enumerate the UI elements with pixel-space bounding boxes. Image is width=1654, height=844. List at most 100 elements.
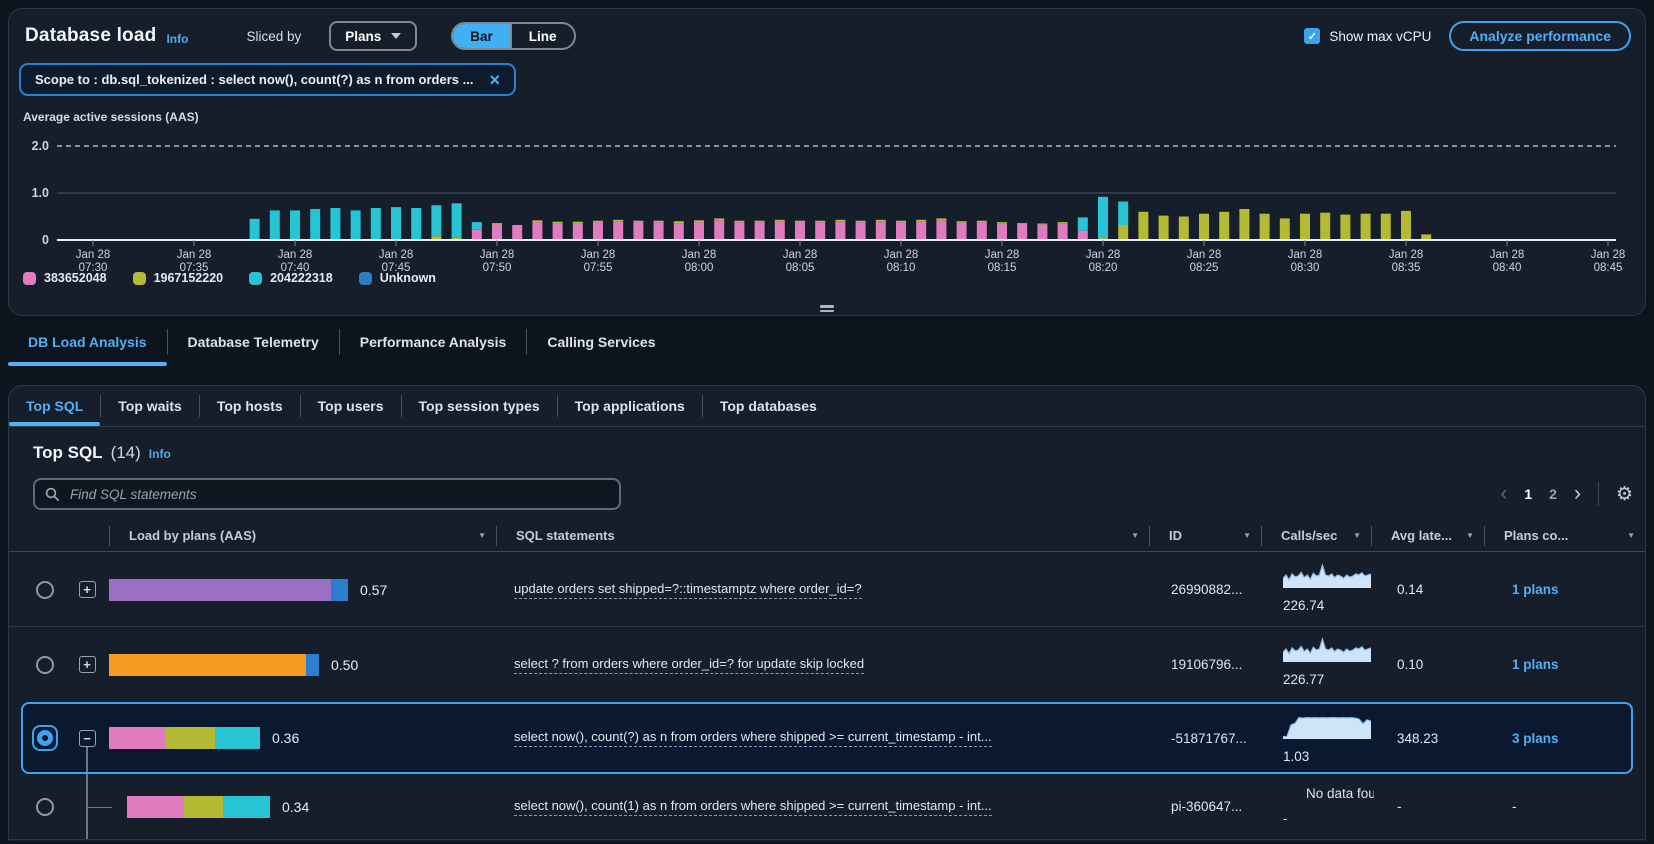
expand-icon[interactable]: + <box>79 656 96 673</box>
row-expand-cell: + <box>65 553 109 626</box>
column-header-label: SQL statements <box>516 528 615 543</box>
resize-handle[interactable] <box>9 305 1645 312</box>
column-header-label: ID <box>1169 528 1182 543</box>
column-header-plans-co[interactable]: Plans co...▼ <box>1484 525 1645 547</box>
legend-label: 204222318 <box>270 271 333 285</box>
search-input[interactable] <box>68 486 609 503</box>
scope-filter-text: Scope to : db.sql_tokenized : select now… <box>35 72 473 87</box>
bar-toggle-button[interactable]: Bar <box>453 24 510 48</box>
slice-dropdown[interactable]: Plans <box>329 21 417 51</box>
tab-performance-analysis[interactable]: Performance Analysis <box>340 318 527 366</box>
plans-count-cell: 1 plans <box>1484 553 1645 626</box>
tab-db-load-analysis[interactable]: DB Load Analysis <box>8 318 167 366</box>
calls-sparkline <box>1283 562 1371 588</box>
subtab-top-sql[interactable]: Top SQL <box>9 386 100 426</box>
sql-statement-link[interactable]: select now(), count(?) as n from orders … <box>514 729 992 747</box>
expand-icon[interactable]: + <box>79 581 96 598</box>
calls-per-sec-value: 1.03 <box>1283 749 1309 764</box>
sql-statement-link[interactable]: select now(), count(1) as n from orders … <box>514 798 992 816</box>
radio-unselected[interactable] <box>36 581 54 599</box>
page-2[interactable]: 2 <box>1549 486 1557 502</box>
sort-filter-icon[interactable]: ▼ <box>1466 531 1474 540</box>
svg-text:Jan 28: Jan 28 <box>177 249 212 261</box>
calls-per-sec-value: 226.77 <box>1283 672 1324 687</box>
plans-count-link[interactable]: 1 plans <box>1512 582 1559 597</box>
svg-text:1.0: 1.0 <box>32 186 49 200</box>
radio-unselected[interactable] <box>36 798 54 816</box>
load-by-plans-cell: 0.50 <box>109 627 496 702</box>
sql-table-row-4[interactable]: 0.34select now(), count(1) as n from ord… <box>9 774 1645 840</box>
sql-statement-cell: select now(), count(1) as n from orders … <box>496 774 1149 839</box>
radio-selected[interactable] <box>32 725 58 751</box>
svg-text:Jan 28: Jan 28 <box>1591 249 1626 261</box>
svg-text:2.0: 2.0 <box>32 139 49 153</box>
aas-chart[interactable]: 2.01.00Jan 2807:30Jan 2807:35Jan 2807:40… <box>9 127 1647 277</box>
sort-filter-icon[interactable]: ▼ <box>1627 531 1635 540</box>
database-load-info-link[interactable]: Info <box>166 32 188 46</box>
legend-item-1967152220[interactable]: 1967152220 <box>133 271 224 285</box>
sort-filter-icon[interactable]: ▼ <box>1353 531 1361 540</box>
chart-legend: 383652048 1967152220 204222318 Unknown <box>23 271 436 285</box>
column-header-avg-late[interactable]: Avg late...▼ <box>1371 525 1484 547</box>
calls-per-sec-cell: No data found- <box>1261 774 1371 839</box>
legend-item-unknown[interactable]: Unknown <box>359 271 436 285</box>
no-data-text: No data found <box>1306 786 1374 801</box>
plans-count-link[interactable]: 1 plans <box>1512 657 1559 672</box>
svg-text:08:20: 08:20 <box>1089 262 1118 274</box>
sort-filter-icon[interactable]: ▼ <box>1131 531 1139 540</box>
load-bar <box>109 654 319 676</box>
sql-id-cell: 19106796... <box>1149 627 1261 702</box>
top-sql-panel: Top SQLTop waitsTop hostsTop usersTop se… <box>8 385 1646 841</box>
svg-text:Jan 28: Jan 28 <box>1389 249 1424 261</box>
top-sql-info-link[interactable]: Info <box>149 447 171 461</box>
subtab-top-users[interactable]: Top users <box>301 386 401 426</box>
svg-text:08:30: 08:30 <box>1291 262 1320 274</box>
radio-unselected[interactable] <box>36 656 54 674</box>
collapse-icon[interactable]: − <box>79 730 96 747</box>
line-toggle-button[interactable]: Line <box>510 24 574 48</box>
subtab-top-session-types[interactable]: Top session types <box>402 386 557 426</box>
sql-table-row-3[interactable]: −0.36select now(), count(?) as n from or… <box>21 702 1633 774</box>
svg-text:Jan 28: Jan 28 <box>682 249 717 261</box>
tab-calling-services[interactable]: Calling Services <box>527 318 675 366</box>
tab-database-telemetry[interactable]: Database Telemetry <box>168 318 339 366</box>
sort-filter-icon[interactable]: ▼ <box>1243 531 1251 540</box>
avg-latency-cell: 0.14 <box>1371 553 1484 626</box>
next-page-icon[interactable]: › <box>1574 482 1581 506</box>
sql-table-row-2[interactable]: +0.50 select ? from orders where order_id… <box>9 627 1645 702</box>
sql-statement-link[interactable]: update orders set shipped=?::timestamptz… <box>514 581 862 599</box>
subtab-top-databases[interactable]: Top databases <box>703 386 834 426</box>
top-sql-title: Top SQL <box>33 443 103 463</box>
sql-table-row-1[interactable]: +0.57 update orders set shipped=?::timest… <box>9 553 1645 627</box>
legend-item-383652048[interactable]: 383652048 <box>23 271 107 285</box>
analyze-performance-button[interactable]: Analyze performance <box>1449 21 1631 51</box>
column-header-sql-statements[interactable]: SQL statements ▼ <box>496 525 1149 547</box>
svg-text:Jan 28: Jan 28 <box>278 249 313 261</box>
svg-text:Jan 28: Jan 28 <box>1288 249 1323 261</box>
show-max-vcpu-checkbox[interactable]: ✓ Show max vCPU <box>1304 28 1431 44</box>
column-header-id[interactable]: ID ▼ <box>1149 525 1261 547</box>
plans-count-link[interactable]: 3 plans <box>1512 731 1559 746</box>
slice-dropdown-value: Plans <box>345 29 381 44</box>
sort-filter-icon[interactable]: ▼ <box>478 531 486 540</box>
legend-item-204222318[interactable]: 204222318 <box>249 271 333 285</box>
legend-swatch <box>23 272 36 285</box>
page-title: Database load <box>25 25 156 47</box>
gear-icon[interactable]: ⚙ <box>1616 485 1633 504</box>
checkbox-checked-icon: ✓ <box>1304 28 1320 44</box>
load-value: 0.57 <box>360 582 387 598</box>
row-select-cell <box>25 627 65 702</box>
subtab-top-hosts[interactable]: Top hosts <box>200 386 300 426</box>
column-header-calls-sec[interactable]: Calls/sec▼ <box>1261 525 1371 547</box>
subtab-top-waits[interactable]: Top waits <box>101 386 199 426</box>
sql-statement-link[interactable]: select ? from orders where order_id=? fo… <box>514 656 864 674</box>
previous-page-icon[interactable]: ‹ <box>1500 482 1507 506</box>
row-expand-cell: − <box>65 704 109 772</box>
column-header-load-by-plans-aas[interactable]: Load by plans (AAS)▼ <box>109 525 496 547</box>
avg-latency-cell: 348.23 <box>1371 704 1484 772</box>
subtab-top-applications[interactable]: Top applications <box>558 386 702 426</box>
row-select-cell <box>25 553 65 626</box>
page-1[interactable]: 1 <box>1524 486 1532 502</box>
close-icon[interactable]: × <box>489 71 500 89</box>
svg-text:Jan 28: Jan 28 <box>1086 249 1121 261</box>
